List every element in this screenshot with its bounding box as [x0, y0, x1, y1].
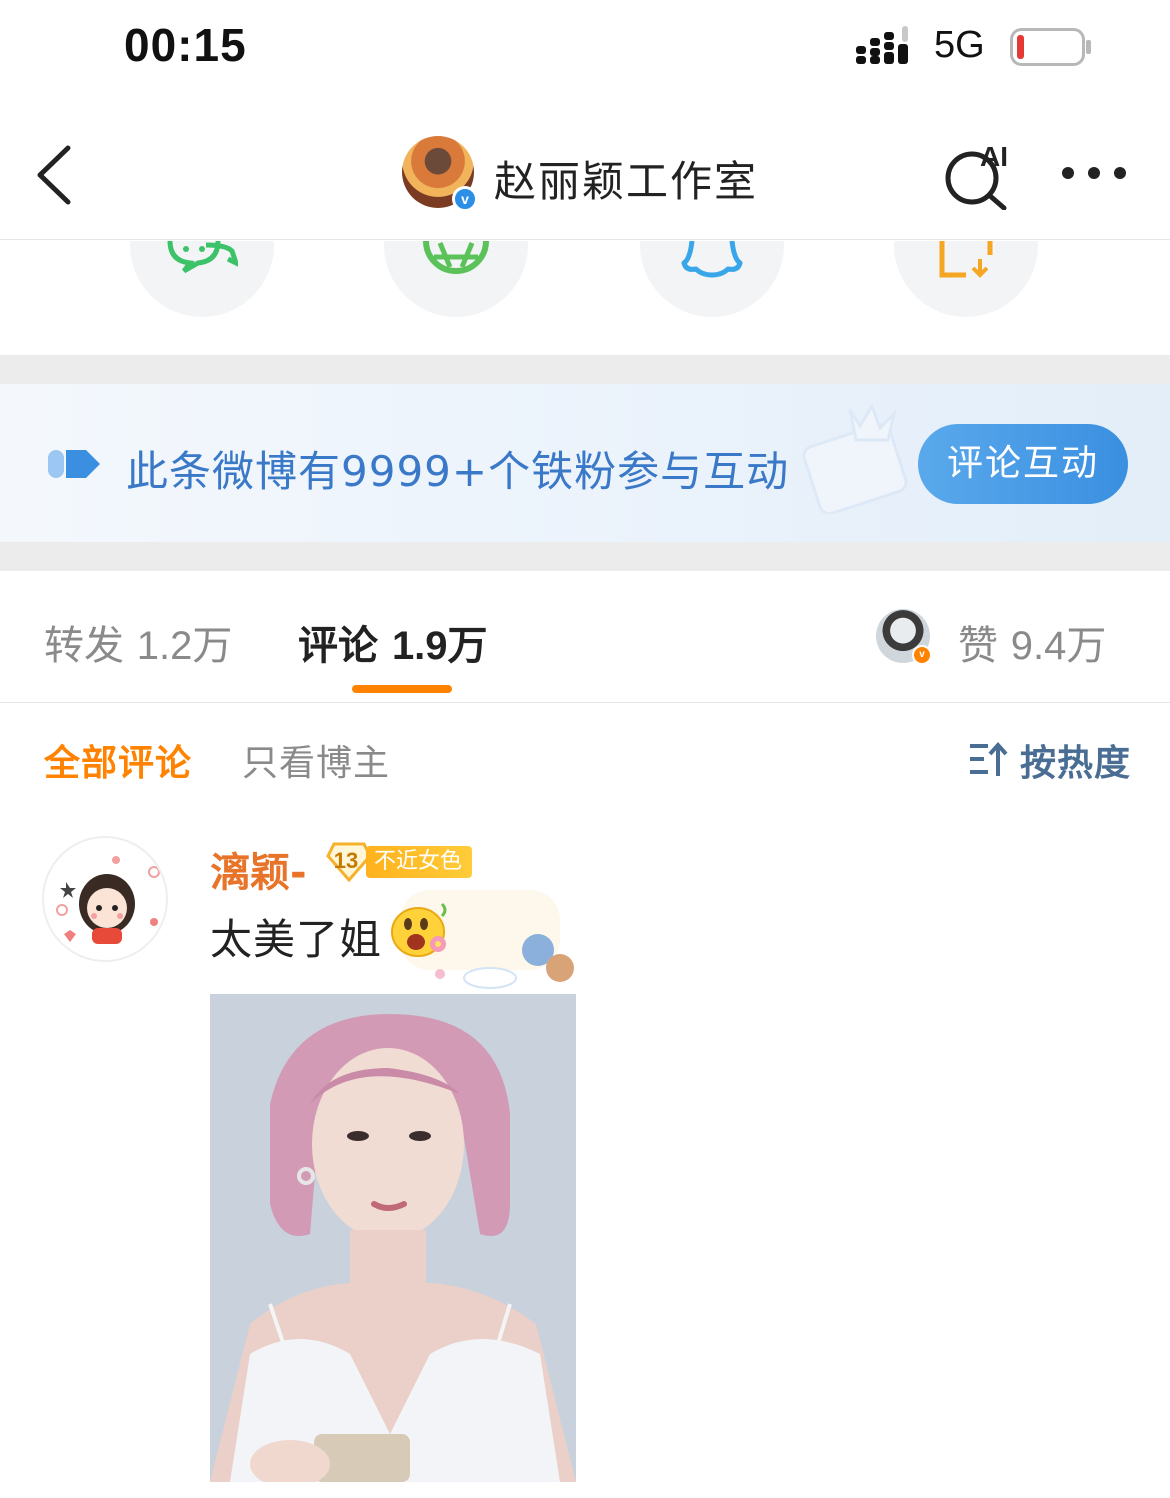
sort-by-hot-button[interactable]: 按热度 — [1020, 734, 1131, 786]
fan-logo-icon — [48, 450, 100, 478]
comment-text: 太美了姐 — [210, 915, 383, 964]
crown-deco-icon — [802, 404, 908, 514]
comment-photo[interactable] — [210, 994, 576, 1482]
divider — [0, 355, 1170, 384]
save-image-icon — [939, 241, 993, 278]
signal-icon — [856, 26, 908, 64]
tab-repost-count: 1.2万 — [136, 624, 233, 668]
active-tab-indicator — [352, 685, 452, 693]
ai-label: AI — [980, 141, 1008, 172]
comment-interaction-button[interactable]: 评论互动 — [918, 424, 1128, 504]
tab-comment-count: 1.9万 — [391, 624, 488, 668]
share-row — [0, 241, 1170, 355]
filter-host-only[interactable]: 只看博主 — [242, 734, 390, 786]
battery-icon — [1010, 28, 1091, 66]
tab-repost-label: 转发 — [44, 623, 124, 669]
comment-item: 漓颖- 13 不近女色 太美了姐 — [0, 820, 1170, 1498]
nav-header: v 赵丽颖工作室 AI — [0, 100, 1170, 240]
flower-face-emoji-icon — [391, 902, 447, 957]
tab-like[interactable]: 赞 9.4万 — [958, 613, 1106, 671]
ai-search-icon[interactable]: AI — [940, 138, 1020, 210]
wechat-icon — [167, 241, 238, 274]
tab-repost[interactable]: 转发 1.2万 — [44, 613, 232, 671]
account-name[interactable]: 赵丽颖工作室 — [494, 148, 758, 209]
commenter-name[interactable]: 漓颖- — [210, 840, 307, 898]
moments-icon — [423, 241, 489, 274]
back-icon[interactable] — [30, 140, 80, 210]
fan-level-number: 13 — [333, 848, 359, 873]
qq-icon — [681, 241, 743, 278]
fan-interaction-banner[interactable]: 此条微博有9999+个铁粉参与互动 评论互动 — [0, 384, 1170, 542]
status-bar: 00:15 5G — [0, 0, 1170, 100]
network-type: 5G — [934, 24, 985, 66]
save-image-button[interactable] — [894, 241, 1038, 317]
status-time: 00:15 — [124, 19, 247, 71]
tab-like-label: 赞 — [958, 623, 998, 669]
vip-badge-icon: v — [912, 645, 932, 665]
fan-banner-text: 此条微博有9999+个铁粉参与互动 — [126, 447, 790, 496]
account-avatar[interactable]: v — [402, 136, 478, 212]
commenter-avatar[interactable] — [42, 836, 168, 962]
tab-comment[interactable]: 评论 1.9万 — [298, 613, 488, 671]
share-moments-button[interactable] — [384, 241, 528, 317]
share-qq-button[interactable] — [640, 241, 784, 317]
tab-like-count: 9.4万 — [1010, 624, 1107, 668]
liker-avatar[interactable]: v — [876, 609, 932, 665]
stats-tabs: 转发 1.2万 评论 1.9万 v 赞 9.4万 — [0, 571, 1170, 703]
divider — [0, 542, 1170, 571]
filter-all-comments[interactable]: 全部评论 — [44, 734, 192, 786]
verified-icon: v — [452, 186, 478, 212]
share-wechat-button[interactable] — [130, 241, 274, 317]
comment-filter-row: 全部评论 只看博主 按热度 — [0, 704, 1170, 804]
fan-level-tag: 不近女色 — [366, 846, 473, 878]
sort-icon[interactable] — [968, 740, 1008, 778]
more-icon[interactable] — [1058, 158, 1130, 188]
tab-comment-label: 评论 — [298, 623, 378, 669]
